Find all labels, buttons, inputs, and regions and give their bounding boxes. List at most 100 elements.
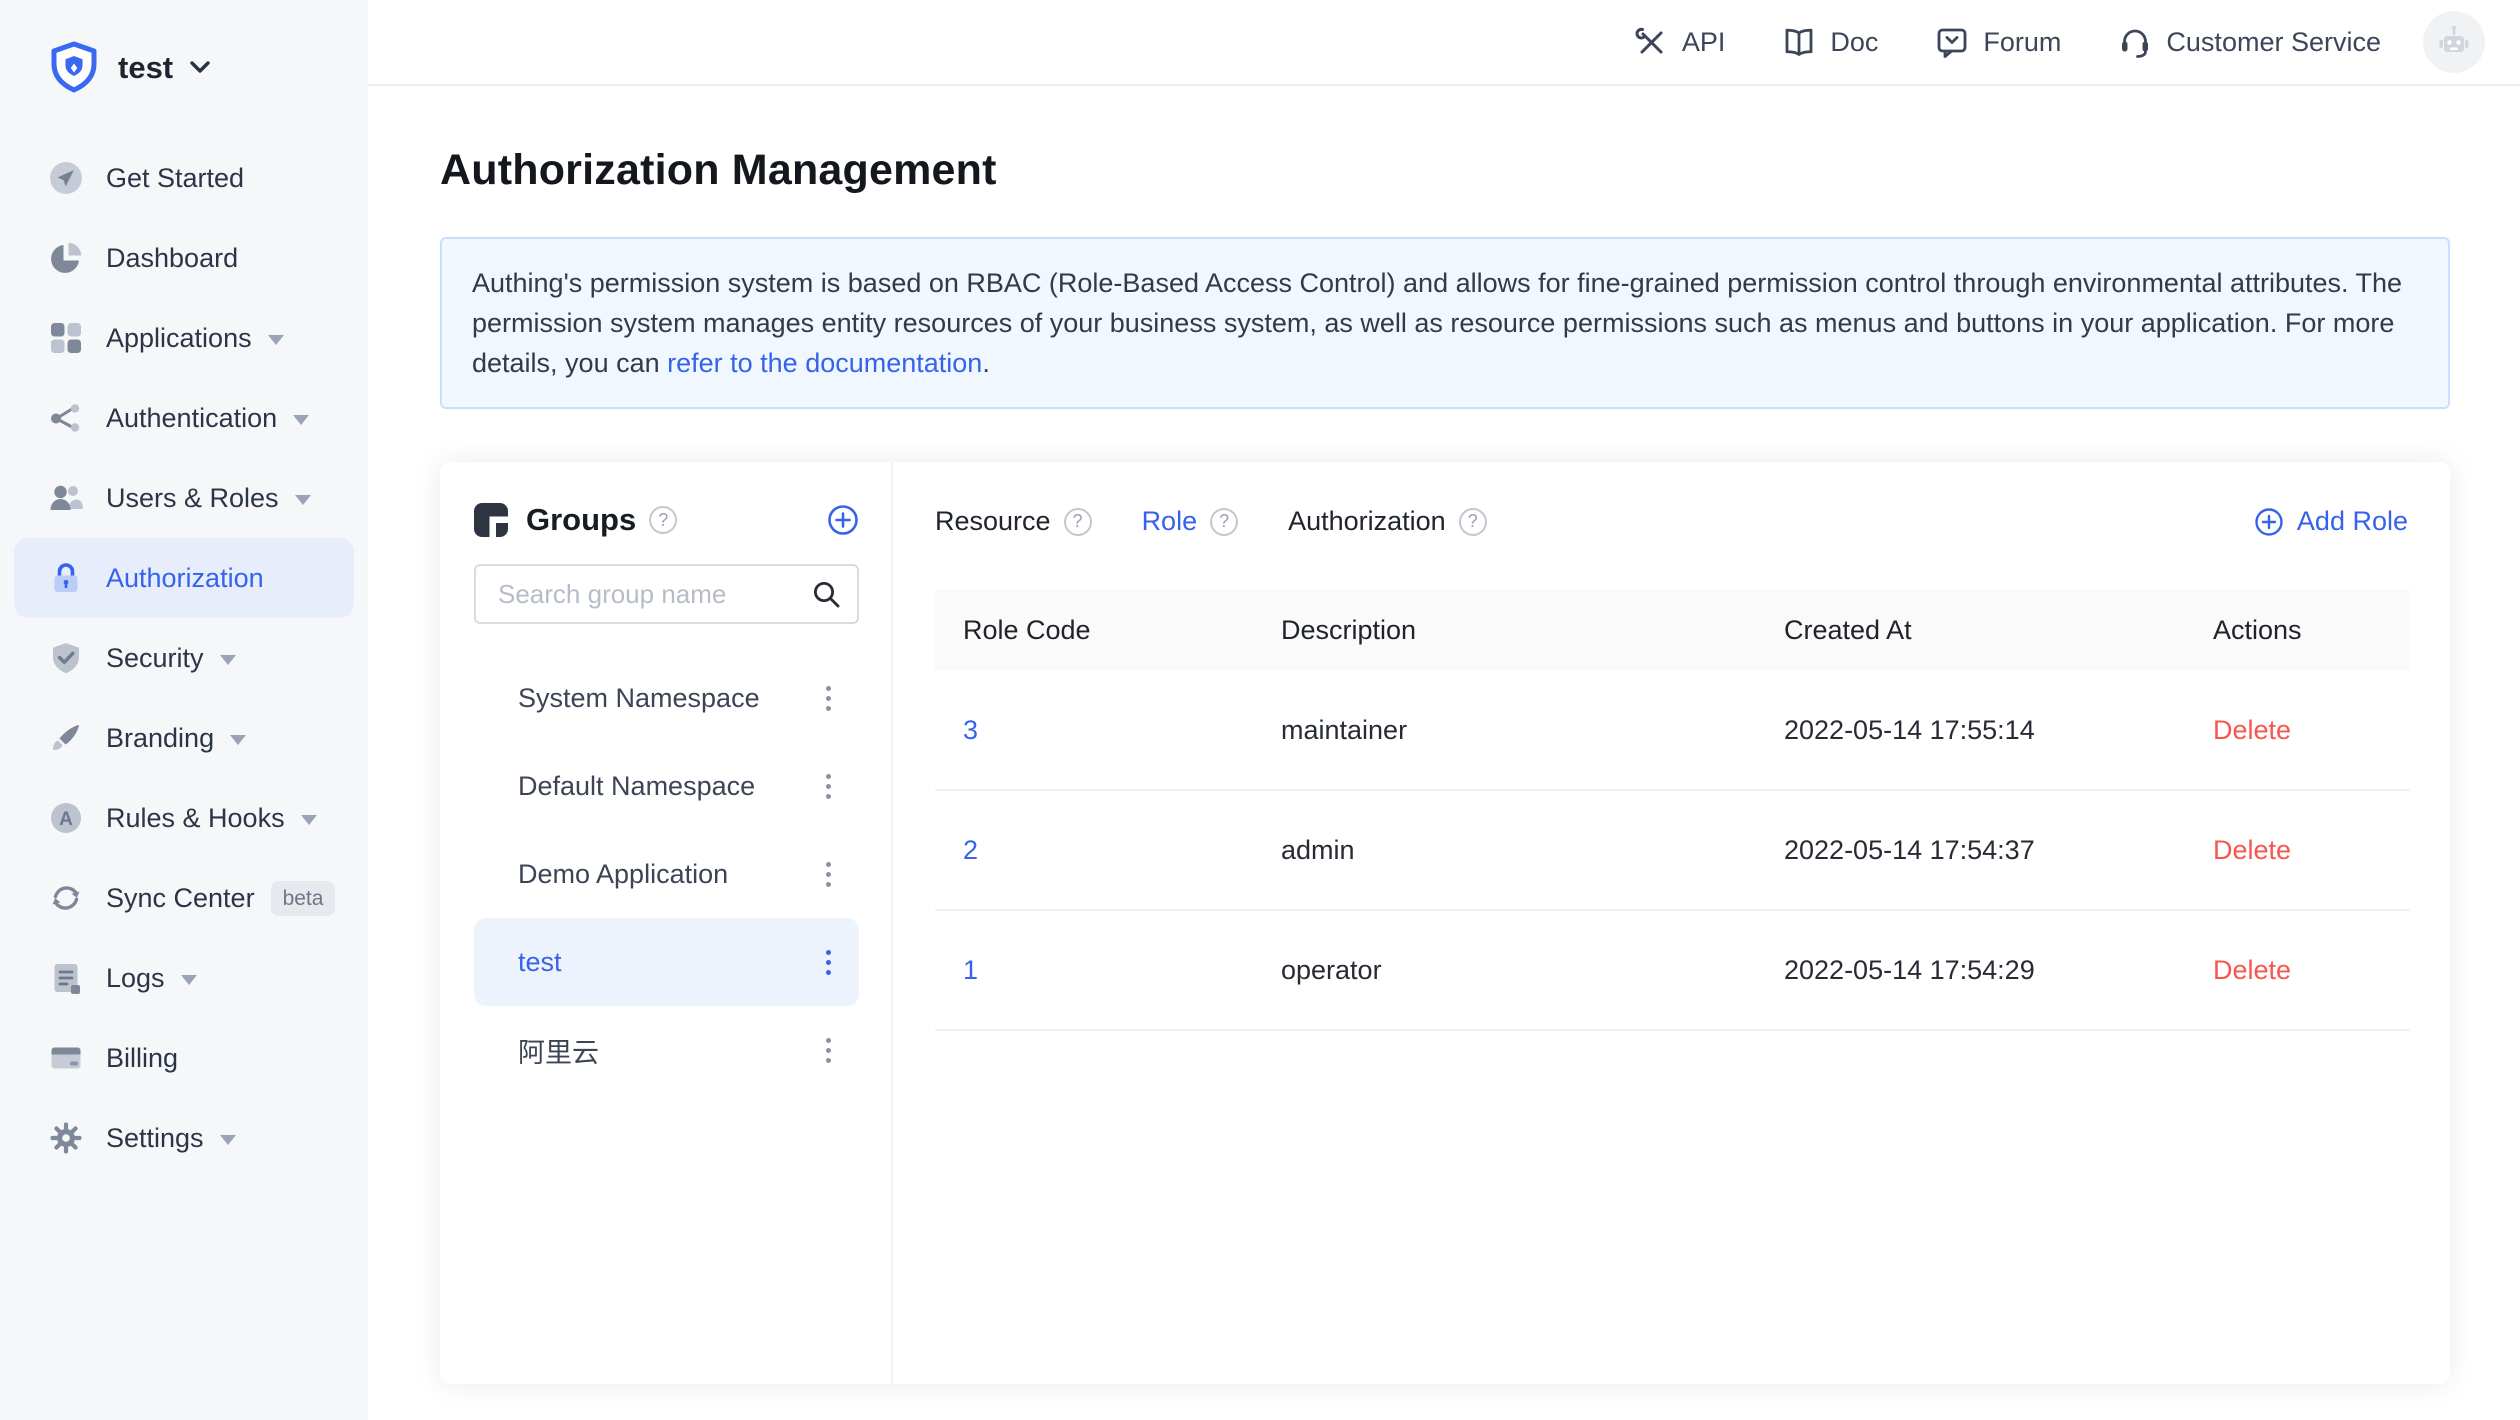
group-list: System Namespace Default Namespace Demo …	[474, 654, 859, 1094]
topbar-forum-link[interactable]: Forum	[1934, 24, 2061, 60]
sidebar-item-label: Users & Roles	[106, 483, 279, 514]
sidebar-item-label: Get Started	[106, 163, 244, 194]
group-item-label: System Namespace	[518, 683, 760, 714]
user-avatar[interactable]	[2423, 11, 2485, 73]
svg-text:A: A	[59, 809, 73, 830]
delete-role-button[interactable]: Delete	[2213, 955, 2291, 985]
workspace-name: test	[118, 50, 173, 86]
resource-help-icon[interactable]	[1064, 508, 1092, 536]
sidebar-nav: Get Started Dashboard Applications Authe…	[0, 138, 368, 1178]
tabs-row: Resource Role Authorization Add Role	[935, 506, 2410, 537]
sidebar-item-settings[interactable]: Settings	[14, 1098, 354, 1178]
group-search-input[interactable]	[496, 578, 811, 611]
kebab-menu-icon[interactable]	[820, 944, 837, 981]
lock-icon	[48, 560, 84, 596]
chevron-down-icon	[189, 60, 211, 76]
chevron-down-icon	[301, 815, 317, 825]
sidebar-item-label: Applications	[106, 323, 252, 354]
column-header-created-at: Created At	[1784, 615, 2213, 646]
topbar-item-label: Customer Service	[2166, 27, 2381, 58]
main-content: Authorization Management Authing's permi…	[368, 86, 2520, 1420]
tab-authorization[interactable]: Authorization	[1288, 506, 1487, 537]
groups-header: Groups	[474, 502, 859, 538]
sidebar-item-authentication[interactable]: Authentication	[14, 378, 354, 458]
add-role-label: Add Role	[2297, 506, 2408, 537]
role-code-link[interactable]: 3	[963, 715, 978, 745]
sidebar-item-get-started[interactable]: Get Started	[14, 138, 354, 218]
role-description: admin	[1281, 835, 1784, 866]
role-description: maintainer	[1281, 715, 1784, 746]
sidebar-item-label: Sync Center	[106, 883, 255, 914]
group-item-label: 阿里云	[518, 1031, 599, 1070]
document-icon	[48, 960, 84, 996]
delete-role-button[interactable]: Delete	[2213, 835, 2291, 865]
sidebar-item-applications[interactable]: Applications	[14, 298, 354, 378]
beta-badge: beta	[271, 881, 336, 916]
sidebar-item-sync-center[interactable]: Sync Center beta	[14, 858, 354, 938]
chevron-down-icon	[230, 735, 246, 745]
chevron-down-icon	[181, 975, 197, 985]
sidebar-item-users-roles[interactable]: Users & Roles	[14, 458, 354, 538]
sidebar-item-billing[interactable]: Billing	[14, 1018, 354, 1098]
topbar: API Doc Forum Customer Service	[368, 0, 2520, 86]
table-header: Role Code Description Created At Actions	[935, 589, 2410, 671]
table-row: 3 maintainer 2022-05-14 17:55:14 Delete	[935, 671, 2410, 791]
role-help-icon[interactable]	[1210, 508, 1238, 536]
kebab-menu-icon[interactable]	[820, 856, 837, 893]
tab-role[interactable]: Role	[1142, 506, 1239, 537]
role-code-link[interactable]: 1	[963, 955, 978, 985]
group-item-demo-application[interactable]: Demo Application	[474, 830, 859, 918]
info-banner: Authing's permission system is based on …	[440, 237, 2450, 409]
kebab-menu-icon[interactable]	[820, 768, 837, 805]
topbar-customer-service-link[interactable]: Customer Service	[2117, 24, 2381, 60]
add-role-button[interactable]: Add Role	[2254, 506, 2408, 537]
paper-plane-icon	[48, 160, 84, 196]
role-created-at: 2022-05-14 17:54:29	[1784, 955, 2213, 986]
groups-help-icon[interactable]	[649, 506, 677, 534]
shield-check-icon	[48, 640, 84, 676]
sidebar-item-branding[interactable]: Branding	[14, 698, 354, 778]
sidebar-item-label: Rules & Hooks	[106, 803, 285, 834]
authorization-help-icon[interactable]	[1459, 508, 1487, 536]
role-code-link[interactable]: 2	[963, 835, 978, 865]
circle-a-icon: A	[48, 800, 84, 836]
sidebar-item-label: Billing	[106, 1043, 178, 1074]
workspace-switcher[interactable]: test	[0, 0, 368, 96]
tab-resource[interactable]: Resource	[935, 506, 1092, 537]
add-group-button[interactable]	[827, 504, 859, 536]
authorization-card: Groups System Namespace Default Namespac…	[440, 462, 2450, 1384]
search-icon[interactable]	[811, 579, 841, 609]
column-header-role-code: Role Code	[935, 615, 1281, 646]
delete-role-button[interactable]: Delete	[2213, 715, 2291, 745]
group-item-aliyun[interactable]: 阿里云	[474, 1006, 859, 1094]
roles-table: Role Code Description Created At Actions…	[935, 589, 2410, 1031]
gear-icon	[48, 1120, 84, 1156]
group-item-label: Demo Application	[518, 859, 728, 890]
sidebar-item-label: Dashboard	[106, 243, 238, 274]
documentation-link[interactable]: refer to the documentation	[667, 348, 982, 378]
book-icon	[1781, 24, 1817, 60]
plus-circle-icon	[2254, 507, 2284, 537]
topbar-doc-link[interactable]: Doc	[1781, 24, 1878, 60]
sidebar-item-label: Branding	[106, 723, 214, 754]
group-item-default-namespace[interactable]: Default Namespace	[474, 742, 859, 830]
table-row: 2 admin 2022-05-14 17:54:37 Delete	[935, 791, 2410, 911]
sidebar-item-rules-hooks[interactable]: A Rules & Hooks	[14, 778, 354, 858]
kebab-menu-icon[interactable]	[820, 680, 837, 717]
sidebar-item-security[interactable]: Security	[14, 618, 354, 698]
sidebar-item-authorization[interactable]: Authorization	[14, 538, 354, 618]
role-description: operator	[1281, 955, 1784, 986]
sidebar-item-logs[interactable]: Logs	[14, 938, 354, 1018]
chevron-down-icon	[295, 495, 311, 505]
group-item-label: Default Namespace	[518, 771, 755, 802]
sidebar-item-label: Authentication	[106, 403, 277, 434]
sidebar-item-dashboard[interactable]: Dashboard	[14, 218, 354, 298]
roles-panel: Resource Role Authorization Add Role	[893, 462, 2450, 1384]
group-item-test[interactable]: test	[474, 918, 859, 1006]
chevron-down-icon	[293, 415, 309, 425]
sidebar-item-label: Settings	[106, 1123, 204, 1154]
group-item-system-namespace[interactable]: System Namespace	[474, 654, 859, 742]
topbar-api-link[interactable]: API	[1633, 24, 1726, 60]
tab-label: Resource	[935, 506, 1051, 537]
kebab-menu-icon[interactable]	[820, 1032, 837, 1069]
